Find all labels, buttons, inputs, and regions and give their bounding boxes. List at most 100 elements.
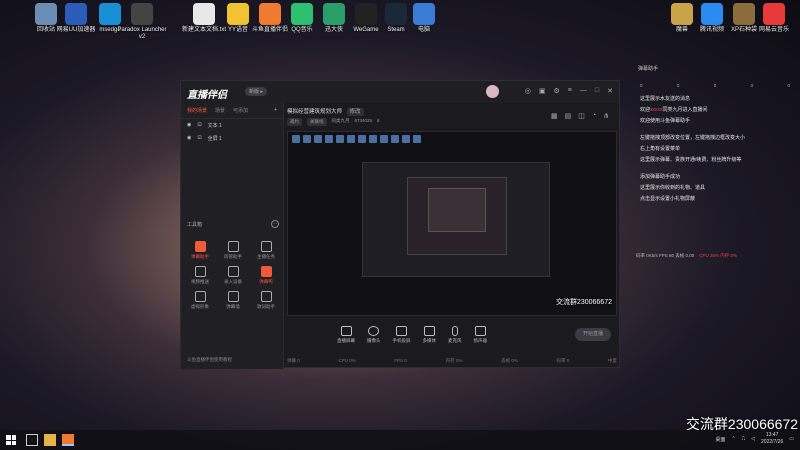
desktop-icon-label: Paradox Launcher v2 (117, 27, 167, 40)
lock-icon[interactable]: ⊡ (197, 122, 201, 129)
status-item: 弹幕 0 (287, 358, 300, 363)
toolbox-item[interactable]: 录入设备 (218, 266, 248, 285)
desktop-icon[interactable]: 电脑 (398, 3, 450, 34)
toolbox-title: 工具箱 (187, 222, 203, 228)
chevron-up-icon[interactable]: ⌃ (731, 436, 735, 442)
tutorial-link[interactable]: 斗鱼直播伴侣使用教程 (187, 357, 232, 363)
douyu-taskbar-icon[interactable] (62, 434, 74, 446)
stat-item: 0 (676, 83, 680, 88)
control-label: 手机投屏 (392, 338, 411, 343)
microphone-button[interactable]: 麦克风 (448, 326, 462, 344)
danmaku-panel[interactable]: 弹幕助手 0 0 0 0 0 这里展示水友送的消息 欢迎xxxxx同类九月进入直播… (630, 60, 800, 320)
status-item: 码率 0 (556, 358, 570, 363)
share-icon[interactable]: ⋔ (603, 112, 609, 120)
bell-icon[interactable]: ◔ (592, 112, 596, 120)
desktop-icon-label: 电脑 (417, 27, 430, 33)
tab-scenes[interactable]: 场景 (215, 107, 225, 114)
phone-cast-button[interactable]: 手机投屏 (393, 326, 411, 344)
toolbox-item[interactable]: 弹幕鸭 (251, 266, 281, 285)
stat-item: 0 (713, 83, 717, 88)
avatar[interactable] (486, 85, 499, 98)
volume-icon[interactable]: ◁ (751, 436, 755, 442)
minimize-icon[interactable]: — (580, 87, 587, 95)
control-label: 麦克风 (448, 338, 462, 343)
toolbox-item[interactable]: 主播任务 (251, 241, 281, 260)
status-item: 丢帧 0% (501, 358, 518, 363)
live-companion-window: 直播伴侣 新版 ▸ ◎ ▣ ⚙ ≡ — □ ✕ 我的场景 场景 可添加 + ◉ … (180, 80, 620, 369)
danmaku-footer-right: CPU 25% 内存 0% (699, 253, 738, 258)
desktop-icon[interactable]: 网易云音乐 (748, 3, 800, 34)
start-live-button[interactable]: 开始直播 (575, 328, 611, 341)
shirt-icon[interactable]: ▣ (539, 87, 546, 95)
add-scene-icon[interactable]: + (274, 107, 277, 114)
task-view-icon[interactable] (26, 434, 38, 446)
toolbox-item[interactable]: 弹幕助手 (185, 241, 215, 260)
tool-icon (194, 241, 206, 252)
folder-icon[interactable] (44, 434, 56, 446)
toolbox-item[interactable]: 弹幕墙 (218, 291, 248, 310)
desktop-label[interactable]: 桌面 (715, 436, 725, 443)
danmaku-message: 右上角有设置菜单 (640, 146, 681, 152)
toolbox-item-label: 歌词助手 (257, 304, 275, 309)
headset-icon[interactable]: ◎ (525, 87, 531, 95)
danmaku-message: 这里展示你收到的礼物、道具 (640, 185, 706, 191)
network-icon[interactable]: ⎍ (742, 436, 746, 442)
lock-icon[interactable]: ⊡ (197, 135, 201, 142)
desktop-icon[interactable]: Paradox Launcher v2 (116, 3, 168, 41)
stream-preview[interactable]: 交流群230066672 (287, 131, 617, 316)
control-label: 多媒体 (422, 338, 437, 343)
notification-icon[interactable]: ▭ (789, 436, 794, 442)
toolbox-item[interactable]: 歌词助手 (251, 291, 281, 310)
layout-icon[interactable]: ▤ (565, 112, 572, 120)
room-title-row: 模拟经营建筑规划大师 修改 (287, 107, 364, 116)
source-item[interactable]: ◉ ⊡ 文本 1 (181, 119, 283, 132)
grid-icon[interactable]: ▦ (551, 112, 558, 120)
preview-overlay-text: 交流群230066672 (555, 299, 612, 306)
room-meta-item: 6734025 (354, 118, 373, 123)
screen-capture-button[interactable]: 直播屏幕 (337, 326, 355, 344)
toolbox-item[interactable]: 虚拟形象 (185, 291, 215, 310)
stat-item: 0 (787, 83, 790, 88)
camera-button[interactable]: 摄像头 (367, 326, 381, 344)
toolbox-more-button[interactable]: ··· (271, 220, 279, 228)
eye-icon[interactable]: ◉ (187, 135, 191, 142)
app-icon (763, 3, 785, 25)
preview-desktop-icons (292, 135, 421, 143)
toolbox-item-label: 虚拟形象 (191, 304, 209, 309)
room-meta-item: 关联线 (307, 118, 327, 126)
toolbox-item-label: 弹幕助手 (191, 254, 209, 259)
control-label: 摄像头 (367, 338, 381, 343)
speaker-button[interactable]: 扬声器 (474, 326, 487, 344)
danmaku-message: 左键拖拽顶部改变位置，左键拖拽边框改变大小 (640, 135, 746, 141)
bag-icon[interactable]: ◫ (578, 112, 585, 120)
stat-item: 0 (750, 83, 754, 88)
room-meta-item: 邀约 (287, 118, 302, 126)
danmaku-message: 添加弹幕助手成功 (640, 174, 681, 180)
toolbox-item[interactable]: 房管助手 (218, 241, 248, 260)
status-item: FPS 0 (394, 358, 407, 363)
menu-icon[interactable]: ≡ (568, 87, 572, 95)
clock[interactable]: 13:47 2022/7/26 (761, 432, 783, 446)
danmaku-header: 弹幕助手 (638, 66, 659, 72)
source-item[interactable]: ◉ ⊡ 全屏 1 (181, 132, 283, 145)
tool-icon (260, 266, 272, 277)
microphone-icon (451, 326, 458, 336)
tab-my-scenes[interactable]: 我的场景 (187, 107, 207, 114)
phone-icon (396, 326, 407, 336)
version-badge[interactable]: 新版 ▸ (245, 87, 267, 96)
media-button[interactable]: 多媒体 (422, 326, 437, 344)
room-meta: 邀约 关联线 同类九月 6734025 8 (287, 118, 380, 126)
tool-icon (227, 291, 239, 302)
eye-icon[interactable]: ◉ (187, 122, 191, 129)
toolbox-item[interactable]: 视频推送 (185, 266, 215, 285)
tool-icon (194, 266, 206, 277)
control-bar: 直播屏幕 摄像头 手机投屏 多媒体 麦克风 扬声器 (287, 321, 617, 349)
window-titlebar[interactable]: 直播伴侣 新版 ▸ ◎ ▣ ⚙ ≡ — □ ✕ (181, 81, 619, 103)
app-icon (413, 3, 435, 25)
settings-icon[interactable]: ⚙ (554, 87, 560, 95)
edit-room-button[interactable]: 修改 (346, 108, 364, 116)
windows-start-icon[interactable] (6, 435, 16, 445)
maximize-icon[interactable]: □ (595, 87, 599, 95)
tab-addable[interactable]: 可添加 (233, 107, 248, 114)
close-icon[interactable]: ✕ (607, 87, 613, 95)
